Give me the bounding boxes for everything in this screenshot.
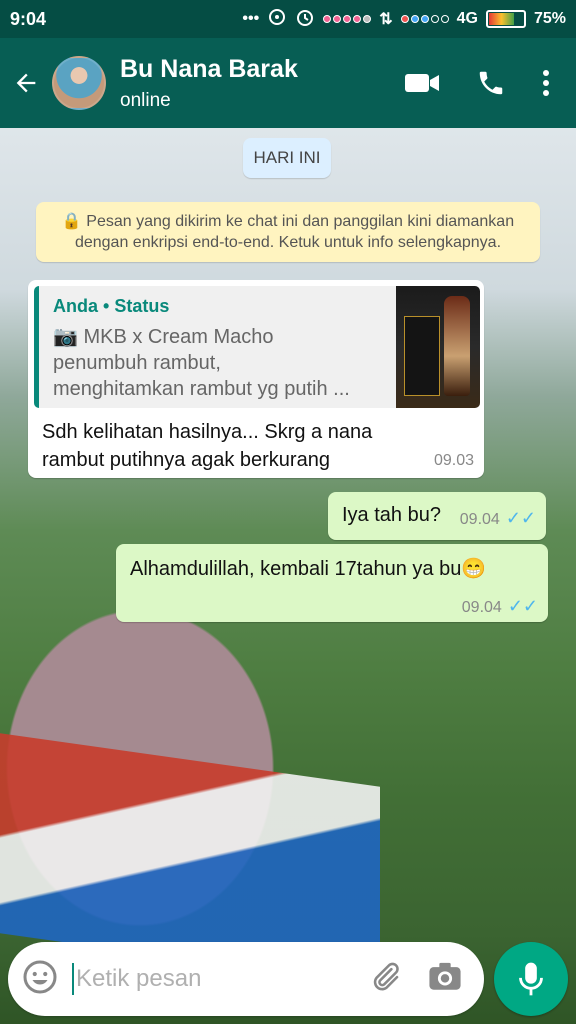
product-box — [404, 316, 440, 396]
message-composer — [8, 942, 484, 1016]
emoji-icon[interactable] — [22, 959, 58, 1000]
status-icons: ••• ⇅ 4G 75% — [242, 7, 566, 32]
incoming-message[interactable]: Anda • Status 📷 MKB x Cream Macho penumb… — [28, 280, 484, 478]
overflow-menu-icon[interactable] — [542, 69, 550, 97]
contact-presence: online — [120, 89, 171, 111]
read-ticks-icon: ✓✓ — [507, 596, 538, 616]
battery-percent: 75% — [533, 10, 566, 27]
outgoing-message[interactable]: Alhamdulillah, kembali 17tahun ya bu😁 09… — [116, 544, 548, 622]
signal-dots-icon — [323, 15, 372, 23]
quote-thumbnail — [396, 286, 480, 408]
camera-small-icon: 📷 — [53, 326, 78, 348]
alarm-icon — [295, 7, 315, 32]
message-text: Alhamdulillah, kembali 17tahun ya bu😁 — [130, 558, 487, 580]
contact-avatar[interactable] — [52, 56, 106, 110]
encryption-notice[interactable]: 🔒 Pesan yang dikirim ke chat ini dan pan… — [36, 202, 540, 262]
attach-icon[interactable] — [368, 960, 402, 999]
encryption-notice-line1: 🔒 Pesan yang dikirim ke chat ini dan pan… — [61, 213, 515, 230]
quoted-status[interactable]: Anda • Status 📷 MKB x Cream Macho penumb… — [34, 286, 480, 408]
encryption-notice-line2: dengan enkripsi end-to-end. Ketuk untuk … — [74, 234, 502, 251]
contact-name: Bu Nana Barak — [120, 54, 298, 83]
outgoing-message[interactable]: Iya tah bu? 09.04 ✓✓ — [328, 492, 546, 540]
message-time: 09.04 ✓✓ — [461, 596, 538, 616]
signal-dots-icon-2 — [400, 15, 449, 23]
date-chip: HARI INI — [243, 138, 331, 178]
header-actions — [404, 68, 576, 98]
back-arrow-icon[interactable] — [0, 38, 52, 128]
data-arrows-icon: ⇅ — [379, 11, 393, 28]
mic-icon[interactable] — [494, 942, 568, 1016]
more-dots-icon: ••• — [242, 10, 260, 27]
battery-icon — [485, 10, 526, 28]
product-bottle — [444, 296, 470, 396]
quote-text: 📷 MKB x Cream Macho penumbuh rambut, men… — [53, 326, 350, 400]
status-bar: 9:04 ••• ⇅ 4G 75% — [0, 0, 576, 38]
read-ticks-icon: ✓✓ — [505, 508, 536, 528]
message-time: 09.04 ✓✓ — [459, 508, 536, 528]
camera-icon[interactable] — [428, 961, 462, 998]
sync-icon — [267, 7, 287, 32]
quote-author: Anda • Status — [53, 296, 170, 316]
message-text: Sdh kelihatan hasilnya... Skrg a nana ra… — [42, 421, 373, 471]
video-call-icon[interactable] — [404, 70, 440, 96]
message-time: 09.03 — [433, 452, 474, 469]
message-text: Iya tah bu? — [342, 504, 441, 526]
contact-info[interactable]: Bu Nana Barak online — [120, 55, 298, 112]
chat-header: Bu Nana Barak online — [0, 38, 576, 128]
status-time: 9:04 — [10, 8, 47, 29]
lock-icon: 🔒 — [61, 213, 82, 230]
phone-icon[interactable] — [476, 68, 506, 98]
grin-emoji: 😁 — [461, 558, 487, 580]
message-input[interactable] — [76, 965, 316, 993]
text-caret — [72, 963, 74, 995]
network-type: 4G — [456, 10, 478, 27]
